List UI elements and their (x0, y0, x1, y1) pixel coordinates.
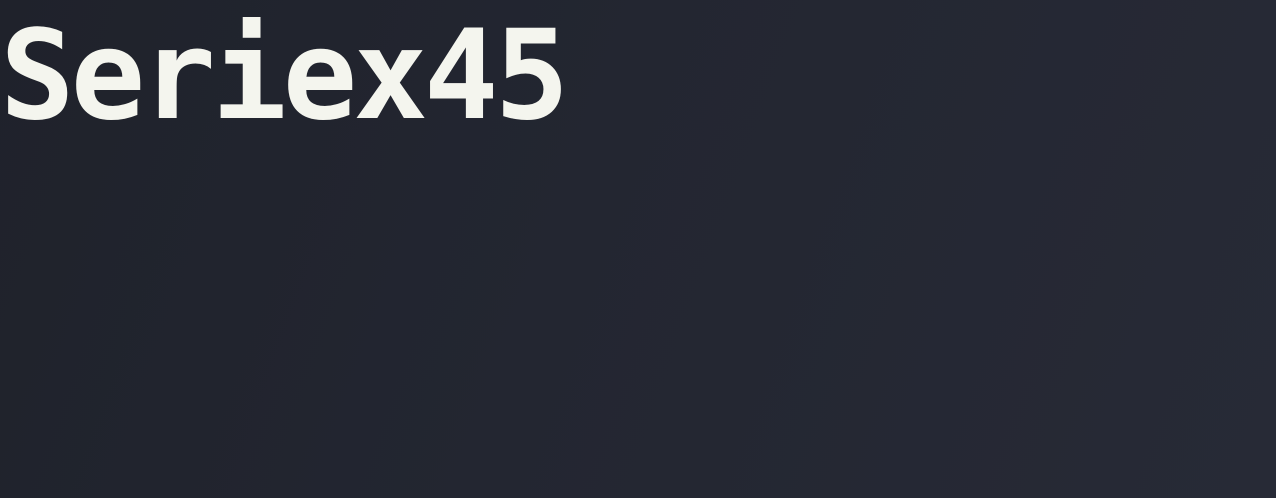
page-title: Seriex45 (0, 4, 569, 148)
screen-background: Seriex45 (0, 0, 1276, 498)
